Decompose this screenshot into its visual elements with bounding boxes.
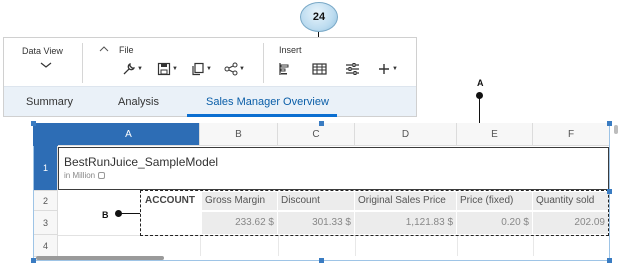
title-cell[interactable]: BestRunJuice_SampleModel in Million: [58, 147, 609, 190]
copy-icon: [192, 62, 204, 76]
toolbar-divider: [263, 43, 264, 83]
share-icon: [224, 62, 238, 76]
resize-handle[interactable]: [319, 258, 324, 263]
wrench-button[interactable]: ▼: [122, 60, 143, 78]
column-header-e[interactable]: E: [457, 123, 533, 146]
column-header-c[interactable]: C: [278, 123, 355, 146]
grid-col-divider: [533, 236, 534, 256]
dropdown-caret-icon: ▼: [392, 66, 398, 72]
chart-button[interactable]: [278, 60, 292, 78]
file-group-label: File: [119, 45, 134, 55]
chevron-up-icon[interactable]: [99, 45, 109, 53]
grid-col-divider: [278, 236, 279, 256]
resize-handle[interactable]: [319, 121, 324, 126]
callout-a-label: A: [477, 78, 484, 88]
tab-sales-manager-overview[interactable]: Sales Manager Overview: [206, 87, 329, 117]
grid-col-divider: [355, 236, 356, 256]
grid-select-all[interactable]: [33, 123, 58, 146]
toolbar-actions: Data View File ▼ ▼ ▼ ▼ Insert ▼: [4, 38, 416, 86]
callout-a-leader: [479, 96, 480, 123]
add-button[interactable]: ▼: [377, 60, 398, 78]
insert-group-label: Insert: [279, 45, 302, 55]
column-header-b[interactable]: B: [200, 123, 278, 146]
grid-col-divider: [457, 236, 458, 256]
chart-icon: [279, 63, 289, 75]
info-icon: [98, 172, 106, 179]
callout-24: 24: [300, 2, 338, 32]
tab-analysis[interactable]: Analysis: [118, 87, 159, 117]
scale-subtitle: in Million: [64, 171, 106, 180]
active-tab-indicator: [187, 114, 337, 117]
copy-button[interactable]: ▼: [191, 60, 212, 78]
share-button[interactable]: ▼: [224, 60, 245, 78]
filter-button[interactable]: [345, 60, 360, 78]
resize-handle[interactable]: [607, 189, 612, 194]
resize-handle[interactable]: [31, 121, 36, 126]
add-icon: [379, 64, 389, 74]
resize-handle[interactable]: [607, 121, 612, 126]
save-button[interactable]: ▼: [157, 60, 178, 78]
toolbar-divider: [82, 43, 83, 83]
data-view-label: Data View: [22, 46, 63, 56]
filter-icon: [346, 63, 359, 75]
scale-label: in Million: [64, 171, 96, 180]
chevron-down-icon[interactable]: [39, 58, 53, 72]
wrench-icon: [123, 62, 136, 75]
save-icon: [157, 62, 171, 76]
table-icon: [312, 63, 327, 75]
column-header-f[interactable]: F: [533, 123, 609, 146]
dropdown-caret-icon: ▼: [206, 66, 212, 72]
dropdown-caret-icon: ▼: [137, 66, 143, 72]
column-header-a[interactable]: A: [58, 123, 200, 146]
resize-handle[interactable]: [607, 258, 612, 263]
dropdown-caret-icon: ▼: [239, 66, 245, 72]
row-header-1[interactable]: 1: [34, 146, 58, 191]
row-header-3[interactable]: 3: [34, 211, 58, 235]
grid-col-divider: [200, 236, 201, 256]
table-button[interactable]: [312, 60, 327, 78]
vertical-scrollbar[interactable]: [614, 125, 618, 134]
model-title: BestRunJuice_SampleModel: [64, 155, 219, 169]
tab-bar: Summary Analysis Sales Manager Overview: [4, 86, 416, 117]
toolbar: Data View File ▼ ▼ ▼ ▼ Insert ▼ Summary …: [3, 37, 417, 117]
callout-b-label: B: [102, 210, 109, 220]
tab-summary[interactable]: Summary: [26, 87, 73, 117]
table-selection-outline: [140, 190, 609, 236]
dropdown-caret-icon: ▼: [172, 66, 178, 72]
horizontal-scrollbar[interactable]: [36, 256, 164, 260]
callout-b-leader: [121, 213, 140, 214]
row-header-2[interactable]: 2: [34, 191, 58, 211]
row-header-4[interactable]: 4: [34, 235, 58, 257]
column-header-d[interactable]: D: [355, 123, 457, 146]
